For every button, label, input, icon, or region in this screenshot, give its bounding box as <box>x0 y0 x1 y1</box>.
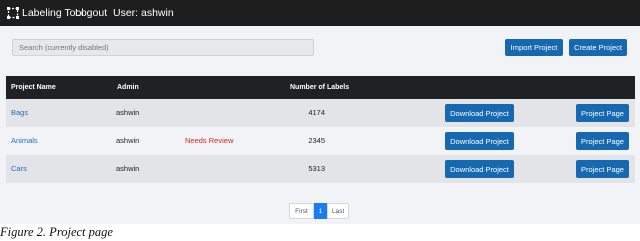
project-page-button[interactable]: Project Page <box>576 160 629 178</box>
table-row: Animals ashwin Needs Review 2345 Downloa… <box>6 127 635 155</box>
header-number-of-labels: Number of Labels <box>290 84 350 91</box>
label-count: 2345 <box>308 136 325 145</box>
page-last-button[interactable]: Last <box>327 203 349 219</box>
project-name-link[interactable]: Cars <box>11 164 27 173</box>
import-project-button[interactable]: Import Project <box>505 39 563 56</box>
project-admin: ashwin <box>116 136 140 145</box>
project-admin: ashwin <box>116 164 140 173</box>
label-count: 5313 <box>308 164 325 173</box>
main-content: Import Project Create Project Project Na… <box>0 26 640 224</box>
download-project-button[interactable]: Download Project <box>445 160 514 178</box>
table-row: Cars ashwin 5313 Download Project Projec… <box>6 155 635 183</box>
project-admin: ashwin <box>116 108 140 117</box>
navbar: Labeling Tool Logout User: ashwin <box>0 0 640 26</box>
project-page-button[interactable]: Project Page <box>576 132 629 150</box>
brand-link[interactable]: Labeling Tool <box>7 6 84 20</box>
table-row: Bags ashwin 4174 Download Project Projec… <box>6 99 635 127</box>
logout-link[interactable]: Logout <box>75 6 107 20</box>
project-page-button[interactable]: Project Page <box>576 104 629 122</box>
project-name-link[interactable]: Bags <box>11 108 28 117</box>
download-project-button[interactable]: Download Project <box>445 132 514 150</box>
projects-table: Project Name Admin Number of Labels Bags… <box>6 76 635 183</box>
page-current-button[interactable]: 1 <box>314 203 327 219</box>
tag-icon <box>7 7 22 19</box>
page-first-button[interactable]: First <box>289 203 314 219</box>
header-project-name: Project Name <box>11 84 56 91</box>
project-name-link[interactable]: Animals <box>11 136 38 145</box>
create-project-button[interactable]: Create Project <box>569 39 627 56</box>
figure-caption: Figure 2. Project page <box>0 225 113 239</box>
current-user: User: ashwin <box>113 7 174 19</box>
project-status: Needs Review <box>185 136 234 145</box>
label-count: 4174 <box>308 108 325 117</box>
table-header: Project Name Admin Number of Labels <box>6 76 635 99</box>
download-project-button[interactable]: Download Project <box>445 104 514 122</box>
pagination: First 1 Last <box>289 203 349 219</box>
search-input[interactable] <box>12 39 314 56</box>
header-admin: Admin <box>117 84 139 91</box>
